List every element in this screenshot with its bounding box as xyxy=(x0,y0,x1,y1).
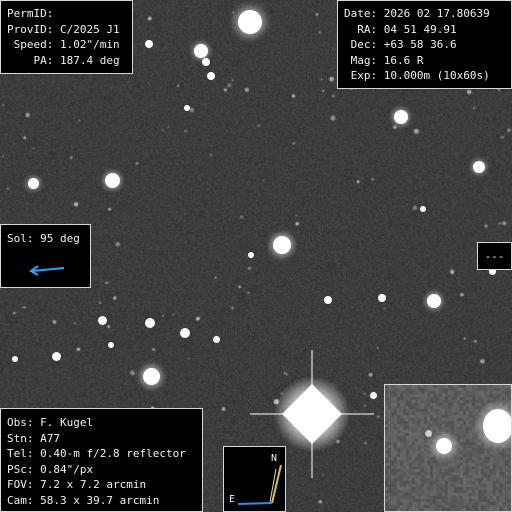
equipment-line: PSc: 0.84"/px xyxy=(7,462,94,476)
comet-nucleus xyxy=(436,438,452,454)
object-info-line: PermID: xyxy=(7,7,54,20)
equipment-line: FOV: 7.2 x 7.2 arcmin xyxy=(7,478,147,491)
equipment-line: Cam: 58.3 x 39.7 arcmin xyxy=(7,493,160,507)
compass-east-label: E xyxy=(229,494,236,505)
compass-icon: N E xyxy=(223,446,286,512)
observation-line: RA: 04 51 49.91 xyxy=(344,22,457,36)
equipment-panel: Obs: F. Kugel Stn: A77 Tel: 0.40-m f/2.8… xyxy=(0,408,203,512)
side-marker-text: --- xyxy=(484,250,505,263)
object-info-panel: PermID: ProvID: C/2025 J1 Speed: 1.02"/m… xyxy=(0,0,133,74)
inset-star xyxy=(425,430,432,437)
comet-zoom-inset xyxy=(384,384,512,512)
compass-north-label: N xyxy=(271,453,278,464)
sun-direction-arrow-icon xyxy=(29,265,65,276)
object-info-line: PA: 187.4 deg xyxy=(7,53,120,67)
observation-panel: Date: 2026 02 17.80639 RA: 04 51 49.91 D… xyxy=(337,0,512,89)
observation-line: Mag: 16.6 R xyxy=(344,53,424,67)
sun-direction-panel: Sol: 95 deg xyxy=(0,224,91,288)
star-field-image: PermID: ProvID: C/2025 J1 Speed: 1.02"/m… xyxy=(0,0,512,512)
observation-line: Date: 2026 02 17.80639 xyxy=(344,7,490,20)
object-info-line: Speed: 1.02"/min xyxy=(7,38,120,51)
observation-line: Exp: 10.000m (10x60s) xyxy=(344,69,490,82)
sun-direction-label: Sol: 95 deg xyxy=(7,232,80,245)
inset-star xyxy=(483,409,511,443)
side-marker: --- xyxy=(477,242,512,270)
equipment-line: Obs: F. Kugel xyxy=(7,416,94,429)
equipment-line: Tel: 0.40-m f/2.8 reflector xyxy=(7,447,186,460)
object-info-line: ProvID: C/2025 J1 xyxy=(7,22,120,36)
equipment-line: Stn: A77 xyxy=(7,431,60,445)
observation-line: Dec: +63 58 36.6 xyxy=(344,38,457,51)
